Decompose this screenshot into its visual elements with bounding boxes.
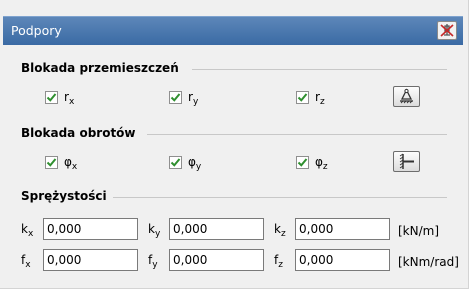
unit-label: [kNm/rad] [398,255,459,269]
clamp-support-icon [399,153,414,169]
panel-titlebar: Podpory [3,16,463,45]
unit-label: [kN/m] [398,224,440,238]
checkbox-phiz[interactable]: φz [296,155,328,172]
field-label-fz: fz [274,253,283,270]
group-heading-rotation: Blokada obrotów [21,126,136,140]
checkmark-icon [170,92,181,102]
checkmark-icon [170,157,181,167]
checkbox-box[interactable] [169,155,182,169]
panel-title: Podpory [11,23,62,38]
fixed-support-icon [400,88,413,104]
field-label-kz: kz [274,222,286,239]
group-divider [147,134,447,135]
field-label-kx: kx [21,222,34,239]
checkmark-icon [46,157,57,167]
ky-input[interactable] [169,218,264,240]
checkbox-box[interactable] [296,90,309,104]
checkbox-label: rz [315,90,325,107]
checkbox-ry[interactable]: ry [169,90,199,107]
field-label-fx: fx [21,253,31,270]
clamp-support-button[interactable] [393,151,420,172]
fx-input[interactable] [43,249,138,271]
checkmark-icon [297,157,308,167]
checkbox-phix[interactable]: φx [45,155,78,172]
supports-panel: Podpory Blokada przemieszczeń rx ry rz B… [0,0,469,289]
checkbox-phiy[interactable]: φy [169,155,202,172]
checkbox-rz[interactable]: rz [296,90,325,107]
field-label-ky: ky [148,222,161,239]
fz-input[interactable] [295,249,390,271]
group-heading-displacement: Blokada przemieszczeń [21,61,179,75]
group-divider [192,69,447,70]
fy-input[interactable] [169,249,264,271]
checkbox-box[interactable] [169,90,182,104]
field-label-fy: fy [148,253,158,270]
checkbox-label: φz [315,155,328,172]
group-heading-elasticity: Sprężystości [21,189,107,203]
checkbox-label: φx [64,155,78,172]
checkmark-icon [46,92,57,102]
checkbox-label: ry [188,90,199,107]
checkmark-icon [297,92,308,102]
checkbox-label: φy [188,155,202,172]
kx-input[interactable] [43,218,138,240]
checkbox-label: rx [64,90,75,107]
pin-button[interactable] [437,21,457,40]
checkbox-box[interactable] [296,155,309,169]
checkbox-box[interactable] [45,155,58,169]
group-divider [113,197,447,198]
fixed-support-button[interactable] [393,86,420,107]
pin-off-icon [440,24,454,37]
checkbox-box[interactable] [45,90,58,104]
kz-input[interactable] [295,218,390,240]
checkbox-rx[interactable]: rx [45,90,75,107]
